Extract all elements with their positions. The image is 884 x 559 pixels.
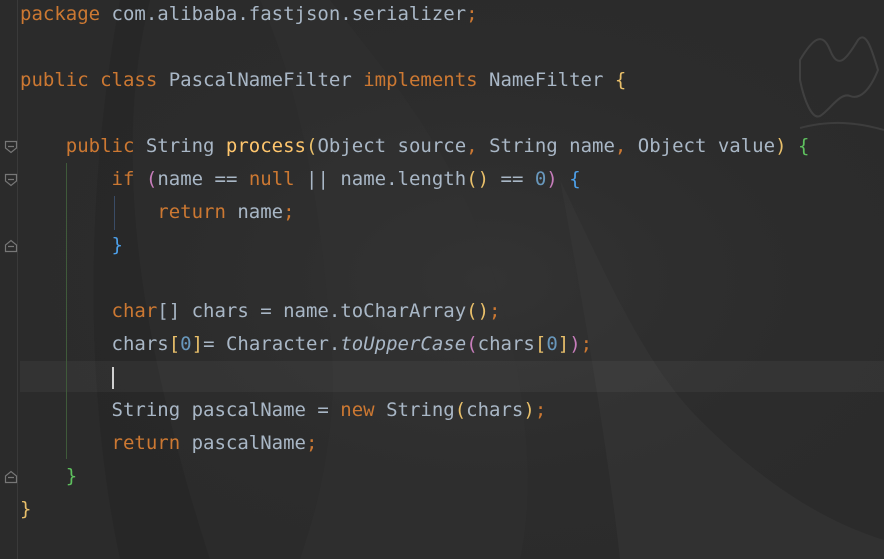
code-token: )	[775, 135, 787, 157]
fold-open-icon[interactable]	[4, 173, 18, 187]
code-token: public	[20, 69, 89, 91]
code-token: NameFilter	[477, 69, 615, 91]
code-line[interactable]: if (name == null || name.length() == 0) …	[20, 163, 581, 196]
code-token: }	[65, 465, 78, 487]
code-token: )	[569, 333, 581, 355]
code-token: return	[157, 201, 226, 223]
code-token: (	[454, 399, 467, 421]
code-token: (	[466, 333, 478, 355]
code-token: ,	[614, 135, 638, 157]
code-token: ()	[466, 168, 490, 190]
code-line[interactable]: return pascalName;	[20, 427, 318, 460]
code-token: toUpperCase	[340, 333, 467, 355]
code-token: ]	[557, 333, 570, 355]
code-token: 0	[180, 333, 192, 355]
code-line[interactable]: char[] chars = name.toCharArray();	[20, 295, 501, 328]
code-token: ==	[489, 168, 535, 190]
code-token: [	[534, 333, 547, 355]
code-token: char	[111, 300, 158, 322]
code-token: 0	[534, 168, 547, 190]
code-line[interactable]: }	[20, 229, 123, 262]
code-token: [	[168, 333, 181, 355]
code-line[interactable]: public class PascalNameFilter implements…	[20, 64, 626, 97]
fold-close-icon[interactable]	[4, 470, 18, 484]
code-token: ;	[534, 399, 547, 421]
code-token: name ==	[157, 168, 249, 190]
code-token: String	[374, 399, 455, 421]
code-token: process	[225, 135, 306, 157]
code-token: com.alibaba.fastjson.serializer	[100, 3, 467, 25]
code-line[interactable]	[20, 361, 114, 394]
current-line-highlight	[20, 361, 884, 392]
code-line[interactable]: public String process(Object source, Str…	[20, 130, 810, 163]
code-token: new	[340, 399, 375, 421]
code-token: chars	[466, 399, 524, 421]
code-token: ()	[466, 300, 490, 322]
code-token: if	[111, 168, 135, 190]
fold-close-icon[interactable]	[4, 239, 18, 253]
code-token: || name.length	[294, 168, 467, 190]
code-token: ]	[191, 333, 204, 355]
caret-indent	[20, 366, 112, 388]
code-line[interactable]: }	[20, 460, 77, 493]
code-token: ;	[283, 201, 295, 223]
code-line[interactable]: chars[0]= Character.toUpperCase(chars[0]…	[20, 328, 593, 361]
code-line[interactable]: }	[20, 493, 31, 526]
fold-open-icon[interactable]	[4, 140, 18, 154]
code-token: = Character.	[203, 333, 341, 355]
code-token: null	[248, 168, 295, 190]
code-token: ,	[466, 135, 490, 157]
code-token: (	[145, 168, 158, 190]
code-token: ;	[489, 300, 501, 322]
code-token: {	[614, 69, 627, 91]
code-line[interactable]: return name;	[20, 196, 295, 229]
code-token: ;	[306, 432, 318, 454]
code-editor[interactable]: package com.alibaba.fastjson.serializer;…	[0, 0, 884, 559]
code-token: String pascalName =	[111, 399, 341, 421]
code-token: }	[20, 498, 32, 520]
code-token: {	[569, 168, 581, 190]
code-token: implements	[363, 69, 478, 91]
code-token: ;	[466, 3, 478, 25]
text-caret	[111, 366, 114, 389]
code-token: String name	[489, 135, 615, 157]
code-token: 0	[546, 333, 558, 355]
code-token: {	[797, 135, 810, 157]
code-line[interactable]: package com.alibaba.fastjson.serializer;	[20, 0, 478, 31]
code-line[interactable]: String pascalName = new String(chars);	[20, 394, 547, 427]
code-token: String	[134, 135, 226, 157]
code-token: (	[306, 135, 318, 157]
code-token: class	[100, 69, 158, 91]
code-token: PascalNameFilter	[157, 69, 364, 91]
code-token: [] chars = name.toCharArray	[157, 300, 467, 322]
code-token: )	[523, 399, 535, 421]
code-token: )	[546, 168, 558, 190]
code-token: chars	[477, 333, 535, 355]
code-token: name	[225, 201, 284, 223]
code-token: }	[111, 234, 123, 256]
code-token: ;	[580, 333, 593, 355]
code-token: pascalName	[180, 432, 306, 454]
code-token: chars	[111, 333, 169, 355]
code-token: public	[65, 135, 135, 157]
code-token: Object value	[637, 135, 776, 157]
code-token: package	[20, 3, 101, 25]
code-token: return	[111, 432, 181, 454]
code-token: Object source	[317, 135, 467, 157]
